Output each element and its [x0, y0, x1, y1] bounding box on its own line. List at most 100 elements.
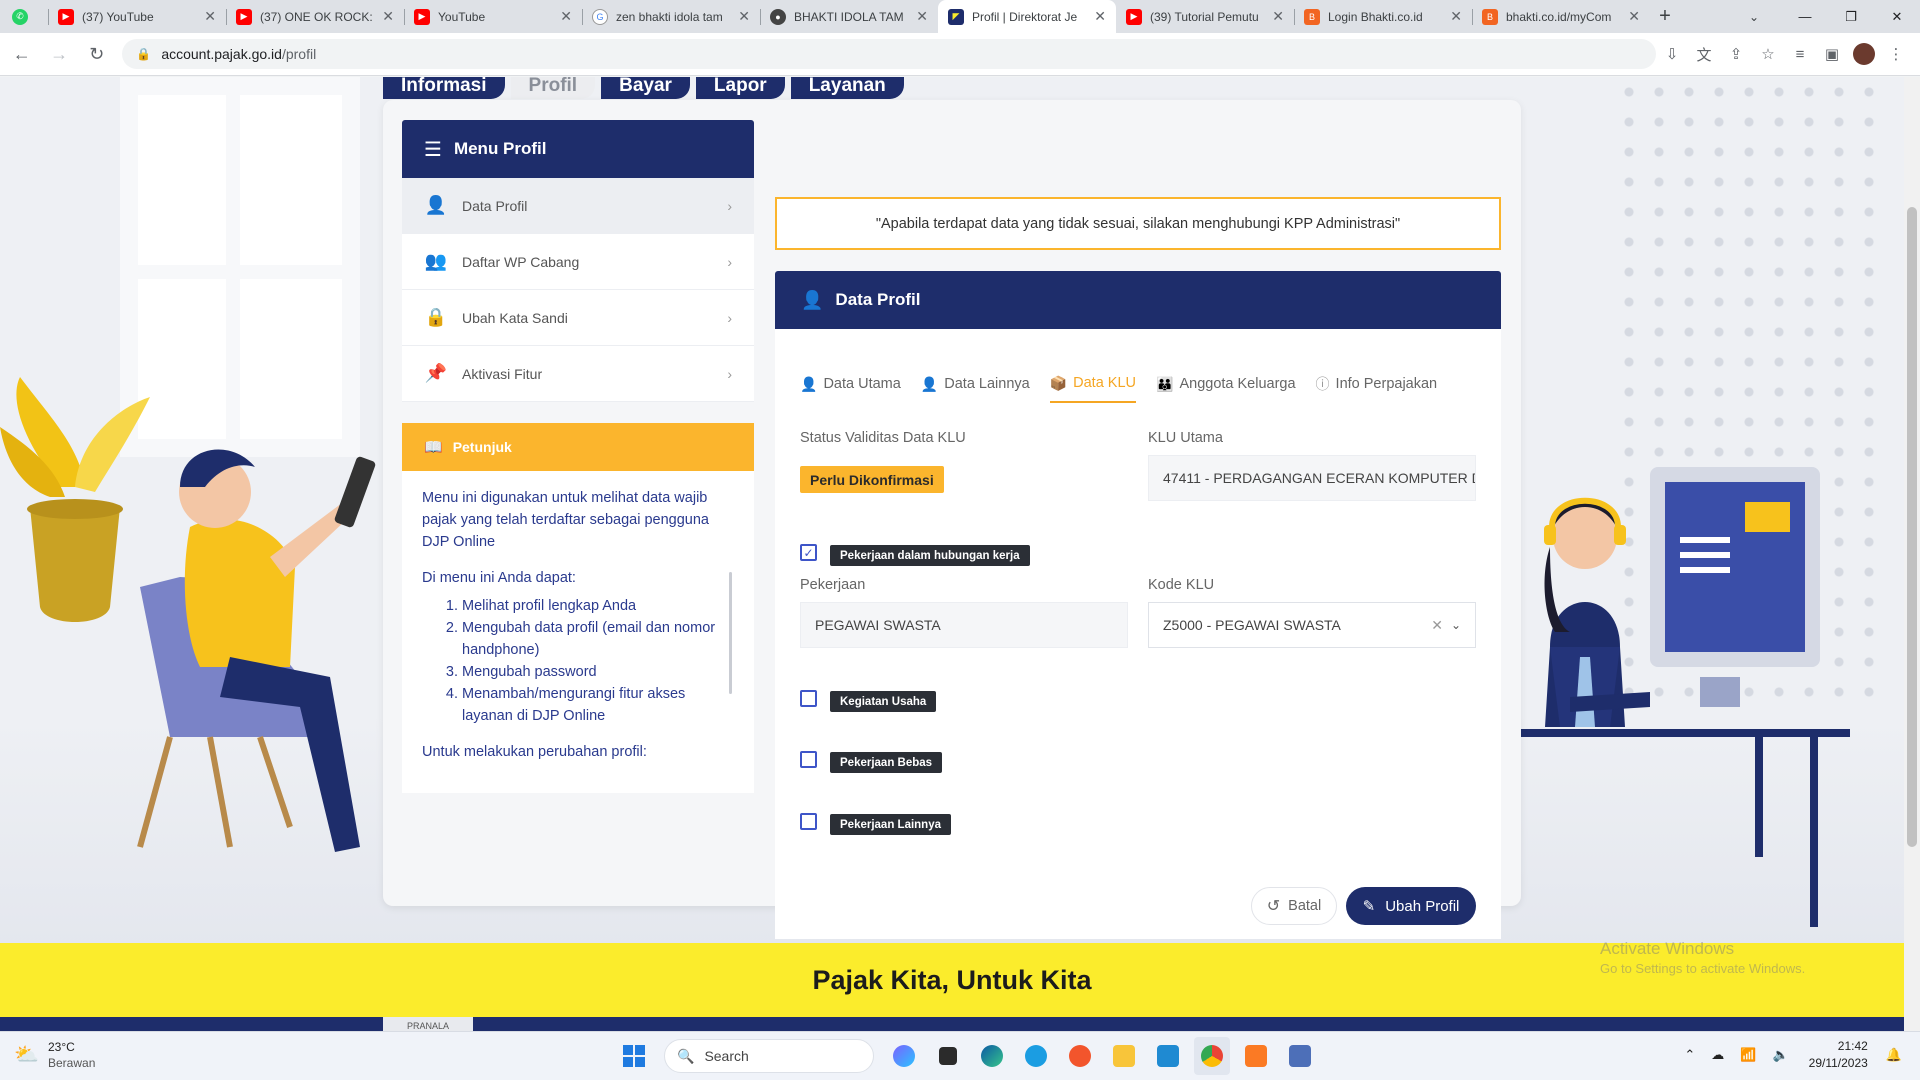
edge-beta-app[interactable] [1018, 1037, 1054, 1075]
reload-icon[interactable]: ↻ [81, 38, 112, 70]
kegiatan-usaha-checkbox[interactable] [800, 690, 817, 707]
browser-tab[interactable]: ✆ [0, 0, 48, 33]
weather-temp: 23°C [48, 1040, 75, 1054]
hamburger-icon: ☰ [424, 138, 442, 161]
browser-tab[interactable]: ▶ (37) YouTube ✕ [48, 0, 226, 33]
footer-pranala-tab[interactable]: PRANALA [383, 1017, 473, 1031]
chevron-up-icon[interactable]: ⌃ [1684, 1047, 1695, 1063]
vscode-app[interactable] [1150, 1037, 1186, 1075]
weather-widget[interactable]: ⛅ 23°C Berawan [14, 1039, 95, 1071]
petunjuk-intro: Menu ini digunakan untuk melihat data wa… [422, 490, 709, 550]
side-panel-icon[interactable]: ▣ [1816, 38, 1848, 70]
profile-avatar[interactable] [1853, 43, 1876, 65]
nav-tab-layanan[interactable]: Layanan [790, 77, 904, 99]
petunjuk-step: Melihat profil lengkap Anda [462, 595, 732, 617]
user-icon: 👤 [424, 195, 448, 215]
pekerjaan-field[interactable]: PEGAWAI SWASTA [800, 602, 1128, 648]
new-tab-button[interactable]: + [1650, 0, 1680, 33]
volume-icon[interactable]: 🔈 [1772, 1047, 1788, 1063]
page-scrollbar[interactable] [1904, 77, 1920, 1031]
file-explorer-app[interactable] [1106, 1037, 1142, 1075]
petunjuk-step: Menambah/mengurangi fitur akses layanan … [462, 683, 732, 727]
reading-list-icon[interactable]: ≡ [1784, 38, 1816, 70]
menu-item-aktivasi-fitur[interactable]: 📌 Aktivasi Fitur › [402, 346, 754, 402]
close-tab-icon[interactable]: ✕ [1628, 8, 1640, 25]
close-tab-icon[interactable]: ✕ [560, 8, 572, 25]
kode-klu-select[interactable]: Z5000 - PEGAWAI SWASTA ✕ ⌄ [1148, 602, 1476, 648]
employment-checkbox[interactable]: ✓ [800, 544, 817, 561]
menu-item-data-profil[interactable]: 👤 Data Profil › [402, 178, 754, 234]
address-bar[interactable]: 🔒 account.pajak.go.id/profil [122, 39, 1657, 69]
menu-item-daftar-wp-cabang[interactable]: 👥 Daftar WP Cabang › [402, 234, 754, 290]
nav-tab-informasi[interactable]: Informasi [383, 77, 505, 99]
wifi-icon[interactable]: 📶 [1740, 1047, 1756, 1063]
lock-icon[interactable]: 🔒 [136, 47, 151, 61]
browser-tab[interactable]: ▶ YouTube ✕ [404, 0, 582, 33]
share-icon[interactable]: ⇪ [1720, 38, 1752, 70]
forward-icon[interactable]: → [43, 38, 74, 70]
tab-data-klu[interactable]: 📦 Data KLU [1049, 365, 1137, 403]
close-tab-icon[interactable]: ✕ [204, 8, 216, 25]
menu-item-label: Aktivasi Fitur [462, 365, 543, 382]
tab-search-icon[interactable]: ⌄ [1734, 0, 1774, 33]
browser-tab[interactable]: ● BHAKTI IDOLA TAM ✕ [760, 0, 938, 33]
data-profil-title: Data Profil [835, 290, 921, 309]
batal-button[interactable]: ↺ Batal [1251, 887, 1337, 925]
back-icon[interactable]: ← [6, 38, 37, 70]
monitor-app[interactable] [1282, 1037, 1318, 1075]
nav-tab-bayar[interactable]: Bayar [601, 77, 690, 99]
install-icon[interactable]: ⇩ [1656, 38, 1688, 70]
task-view-app[interactable] [930, 1037, 966, 1075]
tab-label: Data KLU [1073, 375, 1137, 391]
nav-tab-profil[interactable]: Profil [510, 77, 596, 99]
tab-anggota-keluarga[interactable]: 👪 Anggota Keluarga [1156, 365, 1296, 403]
close-tab-icon[interactable]: ✕ [1450, 8, 1462, 25]
page-viewport: Informasi Profil Bayar Lapor Layanan ☰ M… [0, 77, 1904, 1031]
tab-data-lainnya[interactable]: 👤 Data Lainnya [921, 365, 1030, 403]
browser-tab[interactable]: B bhakti.co.id/myCom ✕ [1472, 0, 1650, 33]
browser-tab[interactable]: B Login Bhakti.co.id ✕ [1294, 0, 1472, 33]
minimize-icon[interactable]: — [1782, 0, 1828, 33]
browser-tab[interactable]: ▶ (39) Tutorial Pemutu ✕ [1116, 0, 1294, 33]
bookmark-star-icon[interactable]: ☆ [1752, 38, 1784, 70]
translate-icon[interactable]: 文 [1688, 38, 1720, 70]
close-tab-icon[interactable]: ✕ [382, 8, 394, 25]
bhakti-icon: B [1304, 8, 1320, 25]
close-tab-icon[interactable]: ✕ [916, 8, 928, 25]
tab-data-utama[interactable]: 👤 Data Utama [800, 365, 901, 403]
close-window-icon[interactable]: ✕ [1874, 0, 1920, 33]
page-scrollbar-thumb[interactable] [1907, 207, 1917, 847]
djp-icon: ◤ [948, 8, 964, 25]
nav-tab-lapor[interactable]: Lapor [695, 77, 785, 99]
menu-item-ubah-kata-sandi[interactable]: 🔒 Ubah Kata Sandi › [402, 290, 754, 346]
pekerjaan-bebas-checkbox[interactable] [800, 751, 817, 768]
pekerjaan-bebas-label: Pekerjaan Bebas [830, 752, 943, 773]
batal-label: Batal [1288, 898, 1322, 914]
brave-app[interactable] [1062, 1037, 1098, 1075]
chevron-down-icon[interactable]: ⌄ [1451, 618, 1461, 632]
browser-tab[interactable]: G zen bhakti idola tam ✕ [582, 0, 760, 33]
kebab-menu-icon[interactable]: ⋮ [1880, 38, 1912, 70]
clear-icon[interactable]: ✕ [1431, 617, 1443, 634]
close-tab-icon[interactable]: ✕ [1272, 8, 1284, 25]
browser-tab[interactable]: ▶ (37) ONE OK ROCK: ✕ [226, 0, 404, 33]
edge-app[interactable] [974, 1037, 1010, 1075]
petunjuk-scrollbar[interactable] [729, 572, 732, 694]
tab-info-perpajakan[interactable]: ⓘ Info Perpajakan [1316, 365, 1438, 403]
browser-tab-active[interactable]: ◤ Profil | Direktorat Je ✕ [938, 0, 1116, 33]
restore-icon[interactable]: ❐ [1828, 0, 1874, 33]
browser-tab-bar: ✆ ▶ (37) YouTube ✕ ▶ (37) ONE OK ROCK: ✕… [0, 0, 1920, 33]
copilot-app[interactable] [886, 1037, 922, 1075]
ubah-profil-button[interactable]: ✎ Ubah Profil [1346, 887, 1476, 925]
start-button[interactable] [616, 1037, 652, 1075]
pekerjaan-lainnya-checkbox[interactable] [800, 813, 817, 830]
notification-bell-icon[interactable]: 🔔 [1886, 1047, 1902, 1063]
close-tab-icon[interactable]: ✕ [1094, 8, 1106, 25]
close-tab-icon[interactable]: ✕ [738, 8, 750, 25]
xampp-app[interactable] [1238, 1037, 1274, 1075]
onedrive-icon[interactable]: ☁ [1711, 1047, 1724, 1063]
taskbar-search[interactable]: 🔍 Search [664, 1039, 874, 1073]
taskbar-clock[interactable]: 21:42 29/11/2023 [1809, 1038, 1868, 1072]
klu-utama-field[interactable]: 47411 - PERDAGANGAN ECERAN KOMPUTER DAN … [1148, 455, 1476, 501]
chrome-app[interactable] [1194, 1037, 1230, 1075]
